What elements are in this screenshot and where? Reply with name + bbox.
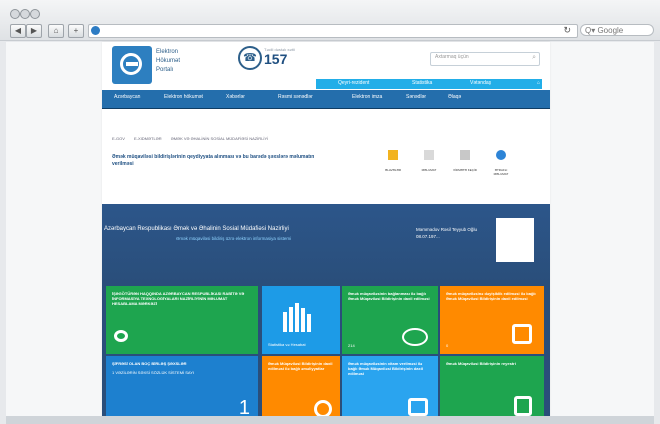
action-service-link[interactable]: XİDMƏTƏ KEÇİD (452, 148, 478, 180)
action-information[interactable]: MƏLUMAT (416, 148, 442, 180)
tile-contract-termination[interactable]: Əmək müqaviləsinin xitam verilməsi ilə b… (342, 356, 438, 424)
browser-titlebar: ◀ ▶ ⌂ + ↻ Q▾ Google (0, 0, 660, 41)
address-bar[interactable]: ↻ (88, 24, 578, 38)
tile-contract-conclusion[interactable]: Əmək müqaviləsinin bağlanması ilə bağlı … (342, 286, 438, 354)
tile-certified-users-text: ŞİFRƏSİ OLAN BOÇ BİRLƏŞ ŞƏXSLƏR (112, 361, 187, 366)
service-icon (460, 150, 470, 160)
page-viewport: Elektron Hökumət Portalı ☎ Təcili dəstək… (6, 42, 654, 424)
nav-egov[interactable]: Elektron hökumət (164, 94, 203, 100)
action-label-details: ƏTRAFLI MƏLUMAT (493, 168, 509, 176)
bar-chart-icon (283, 302, 317, 332)
details-icon (496, 150, 506, 160)
add-tab-button[interactable]: + (68, 24, 84, 38)
nav-official-docs[interactable]: Rəsmi sənədlər (278, 94, 313, 100)
browser-window: ◀ ▶ ⌂ + ↻ Q▾ Google Elektron Hökumət Por… (0, 0, 660, 424)
home-icon[interactable]: ⌂ (48, 24, 64, 38)
service-title: Əmək müqaviləsi bildirişlərinin qeydiyya… (112, 154, 315, 167)
logo-mark-icon (112, 46, 152, 84)
attachment-icon (388, 150, 398, 160)
tile-contract-termination-text: Əmək müqaviləsinin xitam verilməsi ilə b… (348, 361, 423, 376)
breadcrumb-ministry[interactable]: ƏMƏK VƏ ƏHALİNİN SOSİAL MÜDAFİƏSİ NAZİRL… (171, 136, 269, 141)
user-info: Məmmədov Rəsil Teyyub Oğlu 08.07.197... (416, 226, 477, 240)
globe-icon (91, 26, 100, 35)
browser-statusbar (6, 416, 654, 424)
user-icon (114, 330, 128, 342)
minimize-button[interactable] (20, 9, 30, 19)
nav-azerbaijan[interactable]: Azərbaycan (114, 94, 140, 100)
tile-contract-change-count: 0 (446, 343, 449, 348)
tile-notification-operations-text: Əmək Müqaviləsi Bildirişinin daxil edilm… (268, 361, 333, 371)
logo-text: Elektron Hökumət Portalı (156, 48, 206, 75)
terminate-icon (408, 398, 428, 416)
tile-notification-operations[interactable]: Əmək Müqaviləsi Bildirişinin daxil edilm… (262, 356, 340, 424)
forward-button[interactable]: ▶ (26, 24, 42, 38)
zoom-button[interactable] (30, 9, 40, 19)
tile-employer-info[interactable]: İŞƏGÖTÜRƏN HAQQINDA AZƏRBAYCAN RESPUBLİK… (106, 286, 258, 354)
tile-statistics-label: Statistika və Hesabat (268, 342, 306, 347)
site-search-input[interactable]: Axtarmaq üçün ⌕ (430, 52, 540, 66)
user-date: 08.07.197... (416, 234, 440, 239)
service-hero: Azərbaycan Respublikası Əmək və Əhalinin… (102, 204, 550, 286)
action-label-service-link: XİDMƏTƏ KEÇİD (453, 168, 477, 172)
close-button[interactable] (10, 9, 20, 19)
topnav-statistics[interactable]: Statistika (412, 80, 432, 86)
reload-icon[interactable]: ↻ (563, 25, 571, 36)
action-label-attachments: ƏLAVƏLƏR (384, 168, 402, 172)
tile-contract-conclusion-text: Əmək müqaviləsinin bağlanması ilə bağlı … (348, 291, 430, 301)
breadcrumb-eservices[interactable]: E-XIDMƏTLƏR (134, 136, 162, 141)
search-icon[interactable]: ⌕ (532, 54, 536, 62)
tile-contract-change[interactable]: Əmək müqaviləsinə dəyişiklik edilməsi il… (440, 286, 544, 354)
nav-news[interactable]: Xəbərlər (226, 94, 245, 100)
nav-divider (102, 108, 550, 109)
registry-icon (514, 396, 532, 416)
edit-icon (512, 324, 532, 344)
tile-contract-change-text: Əmək müqaviləsinə dəyişiklik edilməsi il… (446, 291, 536, 301)
tile-employer-info-text: İŞƏGÖTÜRƏN HAQQINDA AZƏRBAYCAN RESPUBLİK… (112, 291, 245, 306)
service-tiles: İŞƏGÖTÜRƏN HAQQINDA AZƏRBAYCAN RESPUBLİK… (102, 286, 550, 424)
breadcrumb: E-GOV E-XIDMƏTLƏR ƏMƏK VƏ ƏHALİNİN SOSİA… (112, 136, 276, 141)
nav-e-signature[interactable]: Elektron imza (352, 94, 382, 100)
main-navigation: Azərbaycan Elektron hökumət Xəbərlər Rəs… (102, 90, 550, 108)
logo-line-3: Portalı (156, 67, 174, 73)
action-details[interactable]: ƏTRAFLI MƏLUMAT (488, 148, 514, 180)
site-search-placeholder: Axtarmaq üçün (435, 54, 469, 60)
handshake-icon (402, 328, 428, 346)
phone-icon: ☎ (238, 46, 262, 70)
logo-line-2: Hökumət (156, 58, 181, 64)
nav-documents[interactable]: Sənədlər (406, 94, 426, 100)
hotline-number: 157 (264, 51, 288, 67)
user-photo (496, 218, 534, 262)
info-icon (424, 150, 434, 160)
tile-notification-registry[interactable]: Əmək Müqaviləsi Bildirişinin reyestri (440, 356, 544, 424)
portal-logo[interactable]: Elektron Hökumət Portalı (112, 46, 202, 84)
tile-certified-users-subtext: 1 VƏZİLƏRİN SƏXSİ SÖZLÜK SİSTEMİ SAYI (112, 370, 195, 375)
back-button[interactable]: ◀ (10, 24, 26, 38)
topnav-nonresident[interactable]: Qeyri-rezident (338, 80, 369, 86)
breadcrumb-egov[interactable]: E-GOV (112, 136, 125, 141)
nav-contact[interactable]: Əlaqə (448, 94, 461, 100)
home-icon[interactable]: ⌂ (537, 80, 540, 86)
website: Elektron Hökumət Portalı ☎ Təcili dəstək… (102, 42, 550, 424)
hero-title: Azərbaycan Respublikası Əmək və Əhalinin… (104, 226, 289, 232)
topnav-citizen[interactable]: Vətəndaş (470, 80, 491, 86)
action-attachments[interactable]: ƏLAVƏLƏR (380, 148, 406, 180)
tile-statistics[interactable]: Statistika və Hesabat (262, 286, 340, 354)
browser-search-field[interactable]: Q▾ Google (580, 24, 654, 36)
secondary-nav: Qeyri-rezident Statistika Vətəndaş ⌂ (316, 79, 542, 89)
user-name: Məmmədov Rəsil Teyyub Oğlu (416, 227, 477, 232)
logo-line-1: Elektron (156, 49, 179, 55)
hero-subtitle: Əmək müqaviləsi bildiriş üzrə elektron i… (176, 236, 292, 241)
tile-contract-conclusion-count: 214 (348, 343, 355, 348)
tile-notification-registry-text: Əmək Müqaviləsi Bildirişinin reyestri (446, 361, 516, 366)
tile-certified-users[interactable]: ŞİFRƏSİ OLAN BOÇ BİRLƏŞ ŞƏXSLƏR 1 VƏZİLƏ… (106, 356, 258, 424)
action-label-information: MƏLUMAT (421, 168, 437, 172)
